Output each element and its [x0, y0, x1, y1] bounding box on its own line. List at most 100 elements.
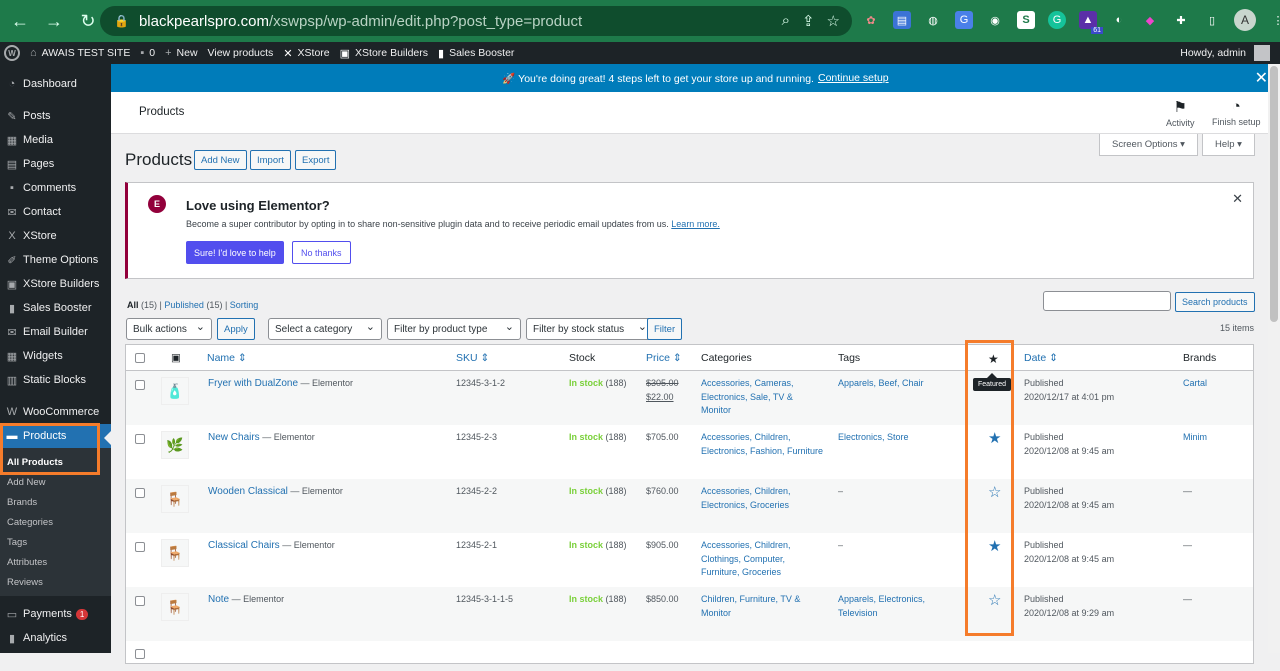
- product-thumbnail[interactable]: 🧴: [161, 377, 189, 405]
- product-name-link[interactable]: Classical Chairs: [208, 540, 280, 551]
- sidebar-item-xstore-builders[interactable]: ▣ XStore Builders: [0, 272, 111, 296]
- submenu-item[interactable]: Attributes: [0, 552, 111, 572]
- featured-star-icon[interactable]: ☆: [988, 483, 1001, 501]
- puzzle-icon[interactable]: ✚: [1172, 11, 1190, 29]
- bookmark-star-icon[interactable]: ☆: [827, 12, 840, 30]
- featured-star-icon[interactable]: ★: [988, 352, 999, 366]
- export-button[interactable]: Export: [295, 150, 337, 170]
- tag-link[interactable]: Apparels, Electronics,: [838, 593, 925, 607]
- submenu-item[interactable]: Brands: [0, 492, 111, 512]
- admin-comments[interactable]: ▪ 0: [140, 47, 155, 59]
- category-link[interactable]: Monitor: [701, 404, 794, 418]
- search-products-button[interactable]: Search products: [1175, 292, 1255, 312]
- featured-star-icon[interactable]: ☆: [988, 591, 1001, 609]
- product-name-link[interactable]: Wooden Classical: [208, 486, 288, 497]
- howdy-user[interactable]: Howdy, admin: [1180, 47, 1246, 59]
- reload-icon[interactable]: ↻: [74, 7, 102, 35]
- category-link[interactable]: Accessories, Children,: [701, 431, 823, 445]
- extension-icon[interactable]: ◐: [1110, 11, 1128, 29]
- submenu-item[interactable]: Categories: [0, 512, 111, 532]
- avatar[interactable]: [1254, 45, 1270, 61]
- address-bar[interactable]: 🔒 blackpearlspro.com/xswpsp/wp-admin/edi…: [100, 6, 852, 36]
- extension-icon[interactable]: ▲ 61: [1079, 11, 1103, 34]
- activity-button[interactable]: ⚑ Activity: [1166, 98, 1195, 128]
- add-new-button[interactable]: Add New: [194, 150, 247, 170]
- extension-icon[interactable]: ◆: [1141, 11, 1159, 29]
- admin-site-link[interactable]: ⌂ AWAIS TEST SITE: [30, 47, 130, 59]
- sidebar-item-media[interactable]: ▦ Media: [0, 128, 111, 152]
- product-thumbnail[interactable]: 🪑: [161, 485, 189, 513]
- submenu-item[interactable]: Tags: [0, 532, 111, 552]
- globe-icon[interactable]: ◍: [924, 11, 942, 29]
- sidebar-item-analytics[interactable]: ▮ Analytics: [0, 626, 111, 650]
- col-name[interactable]: Name ⇕: [207, 352, 247, 364]
- camera-icon[interactable]: ◉: [986, 11, 1004, 29]
- submenu-item[interactable]: All Products: [0, 452, 111, 472]
- select-all-checkbox[interactable]: [135, 353, 145, 363]
- featured-star-icon[interactable]: ★: [988, 537, 1001, 555]
- back-icon[interactable]: ←: [6, 7, 34, 35]
- finish-setup-button[interactable]: ◔ Finish setup: [1212, 98, 1261, 127]
- col-sku[interactable]: SKU ⇕: [456, 352, 489, 364]
- scrollbar-thumb[interactable]: [1270, 66, 1278, 322]
- translate-icon[interactable]: G: [955, 11, 973, 29]
- col-date[interactable]: Date ⇕: [1024, 352, 1058, 364]
- product-type-select[interactable]: Filter by product type: [387, 318, 521, 340]
- brand-cell[interactable]: Minim: [1183, 431, 1207, 445]
- screen-options-button[interactable]: Screen Options ▾: [1099, 134, 1198, 156]
- close-icon[interactable]: ✕: [1232, 191, 1243, 207]
- bulk-actions-select[interactable]: Bulk actions: [126, 318, 212, 340]
- filter-sorting[interactable]: Sorting: [230, 300, 259, 310]
- product-name-link[interactable]: New Chairs: [208, 432, 260, 443]
- product-name-link[interactable]: Note: [208, 594, 229, 605]
- sidebar-item-email-builder[interactable]: ✉ Email Builder: [0, 320, 111, 344]
- profile-avatar[interactable]: A: [1234, 9, 1256, 31]
- grammarly-icon[interactable]: G: [1048, 11, 1066, 29]
- import-button[interactable]: Import: [250, 150, 291, 170]
- row-checkbox[interactable]: [135, 434, 145, 444]
- submenu-item[interactable]: Add New: [0, 472, 111, 492]
- product-name-link[interactable]: Fryer with DualZone: [208, 378, 298, 389]
- col-price[interactable]: Price ⇕: [646, 352, 682, 364]
- sidebar-item-woocommerce[interactable]: W WooCommerce: [0, 400, 111, 424]
- sidebar-item-pages[interactable]: ▤ Pages: [0, 152, 111, 176]
- forward-icon[interactable]: →: [40, 7, 68, 35]
- category-link[interactable]: Electronics, Groceries: [701, 499, 791, 513]
- category-select[interactable]: Select a category: [268, 318, 382, 340]
- tag-link[interactable]: Television: [838, 607, 925, 621]
- category-link[interactable]: Accessories, Children,: [701, 485, 791, 499]
- sidepanel-icon[interactable]: ▯: [1203, 11, 1221, 29]
- row-checkbox[interactable]: [135, 488, 145, 498]
- extension-icon[interactable]: S: [1017, 11, 1035, 29]
- product-thumbnail[interactable]: 🪑: [161, 593, 189, 621]
- tag-link[interactable]: Electronics, Store: [838, 431, 909, 445]
- product-thumbnail[interactable]: 🪑: [161, 539, 189, 567]
- admin-booster[interactable]: ▮ Sales Booster: [438, 47, 514, 60]
- sidebar-item-xstore[interactable]: X XStore: [0, 224, 111, 248]
- filter-all[interactable]: All: [127, 300, 139, 310]
- tag-link[interactable]: Apparels, Beef, Chair: [838, 377, 924, 391]
- menu-icon[interactable]: ⋮: [1269, 11, 1280, 29]
- sidebar-item-posts[interactable]: ✎ Posts: [0, 104, 111, 128]
- sidebar-item-comments[interactable]: ▪ Comments: [0, 176, 111, 200]
- sidebar-item-theme-options[interactable]: ✐ Theme Options: [0, 248, 111, 272]
- sidebar-item-widgets[interactable]: ▦ Widgets: [0, 344, 111, 368]
- category-link[interactable]: Accessories, Children,: [701, 539, 791, 553]
- sidebar-item-sales-booster[interactable]: ▮ Sales Booster: [0, 296, 111, 320]
- row-checkbox[interactable]: [135, 380, 145, 390]
- search-input[interactable]: [1043, 291, 1171, 311]
- admin-xstore[interactable]: ✕ XStore: [283, 47, 329, 60]
- learn-more-link[interactable]: Learn more.: [671, 219, 720, 229]
- featured-star-icon[interactable]: ★: [988, 429, 1001, 447]
- share-icon[interactable]: ⇪: [802, 12, 815, 30]
- help-button[interactable]: Help ▾: [1202, 134, 1255, 156]
- opt-in-button[interactable]: Sure! I'd love to help: [186, 241, 284, 264]
- category-link[interactable]: Accessories, Cameras,: [701, 377, 794, 391]
- sidebar-item-products[interactable]: ▬ Products: [0, 424, 111, 448]
- product-thumbnail[interactable]: 🌿: [161, 431, 189, 459]
- sidebar-item-contact[interactable]: ✉ Contact: [0, 200, 111, 224]
- brand-cell[interactable]: Cartal: [1183, 377, 1207, 391]
- submenu-item[interactable]: Reviews: [0, 572, 111, 592]
- view-products-link[interactable]: View products: [208, 47, 274, 59]
- sidebar-item-payments[interactable]: ▭ Payments 1: [0, 602, 111, 626]
